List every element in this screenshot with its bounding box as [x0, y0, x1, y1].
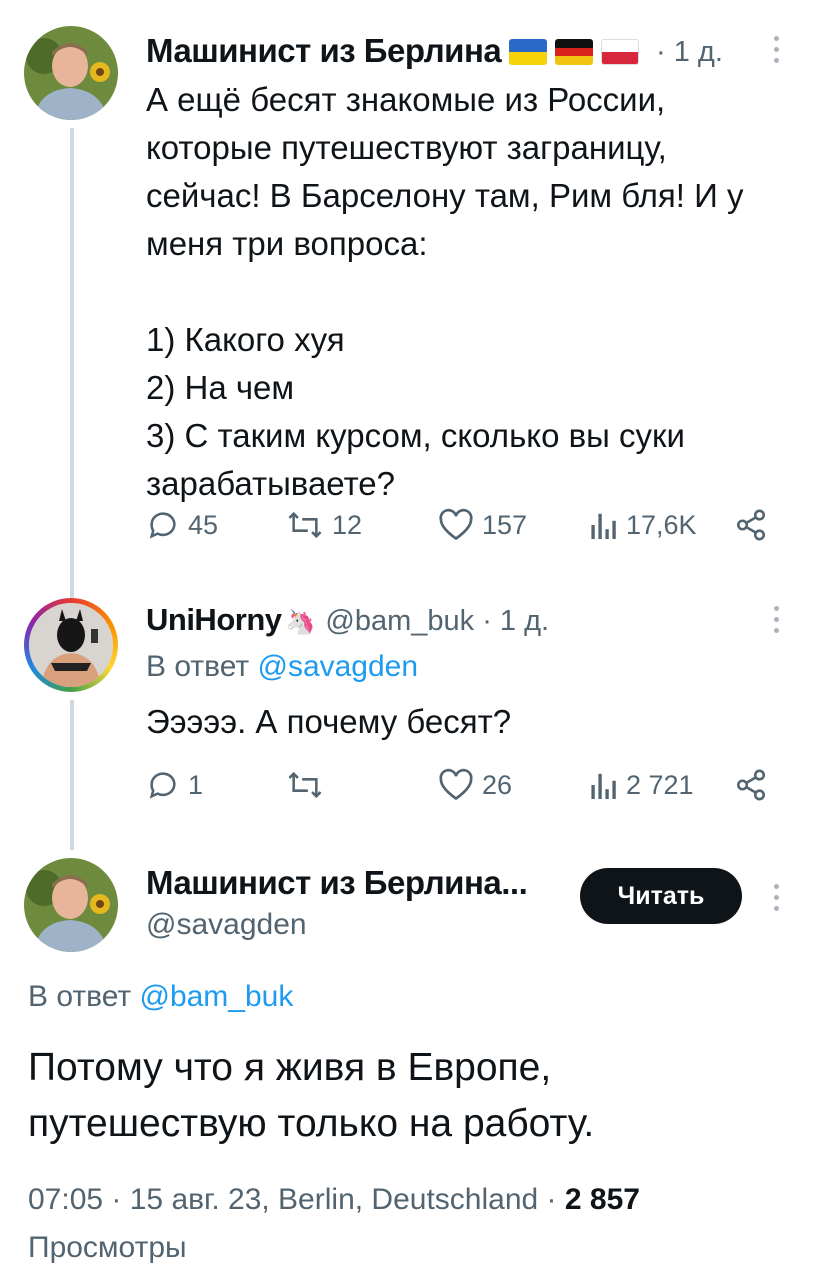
avatar[interactable] — [24, 26, 118, 120]
tweet-time[interactable]: · 1 д. — [656, 36, 723, 69]
views-chart-icon — [591, 773, 616, 799]
author-handle[interactable]: @bam_buk — [325, 605, 474, 637]
reply-count: 45 — [188, 509, 219, 540]
reply-to-link[interactable]: @bam_buk — [139, 980, 293, 1013]
ukraine-flag-icon — [509, 39, 548, 65]
tweet-text: А ещё бесят знакомые из России, которые … — [146, 81, 744, 502]
heart-icon — [439, 768, 473, 801]
more-options-icon[interactable] — [772, 36, 780, 69]
like-button[interactable]: 26 — [438, 768, 512, 802]
avatar[interactable] — [24, 858, 118, 952]
views-button[interactable]: 17,6K — [590, 508, 697, 542]
unicorn-icon: 🦄 — [285, 609, 316, 636]
reply-count: 1 — [188, 769, 204, 800]
reply-to-link[interactable]: @savagden — [257, 650, 418, 683]
follow-button[interactable]: Читать — [580, 868, 742, 924]
author-name[interactable]: UniHorny — [146, 602, 282, 637]
reply-context: В ответ @bam_buk — [28, 980, 293, 1014]
author-name[interactable]: Машинист из Берлина — [146, 32, 502, 69]
germany-flag-icon — [555, 39, 594, 65]
tweet-text: Эээээ. А почему бесят? — [146, 703, 512, 740]
tweet-time[interactable]: · 1 д. — [482, 605, 549, 637]
main-tweet-text: Потому что я живя в Европе, путешествую … — [28, 1046, 595, 1145]
tweet[interactable]: Машинист из Берлина · 1 д. А ещё бесят з… — [0, 0, 824, 580]
views-total: 2 857 — [564, 1183, 640, 1216]
reply-prefix: В ответ — [28, 980, 132, 1013]
tweet-timestamp[interactable]: 07:05 · 15 авг. 23, Berlin, Deutschland … — [28, 1183, 557, 1216]
share-button[interactable] — [734, 768, 768, 802]
views-label: Просмотры — [28, 1231, 187, 1264]
heart-icon — [439, 508, 473, 541]
share-icon — [736, 769, 766, 801]
views-button[interactable]: 2 721 — [590, 768, 694, 802]
more-options-icon[interactable] — [772, 884, 780, 917]
author-name[interactable]: Машинист из Берлина... — [146, 864, 528, 902]
views-count: 17,6K — [626, 509, 697, 540]
reply-prefix: В ответ — [146, 650, 250, 683]
retweet-icon — [288, 511, 322, 539]
like-count: 157 — [482, 509, 528, 540]
avatar[interactable] — [24, 598, 118, 692]
retweet-button[interactable]: 12 — [286, 508, 362, 542]
more-options-icon[interactable] — [772, 606, 780, 639]
reply-button[interactable]: 1 — [146, 768, 203, 802]
like-count: 26 — [482, 769, 513, 800]
like-button[interactable]: 157 — [438, 508, 527, 542]
poland-flag-icon — [601, 39, 640, 65]
share-icon — [736, 509, 766, 541]
retweet-count: 12 — [332, 509, 363, 540]
views-count: 2 721 — [626, 769, 694, 800]
retweet-button[interactable] — [286, 768, 332, 802]
reply-button[interactable]: 45 — [146, 508, 218, 542]
reply-icon — [149, 772, 176, 799]
share-button[interactable] — [734, 508, 768, 542]
reply-context: В ответ @savagden — [146, 650, 418, 684]
retweet-icon — [288, 771, 322, 799]
tweet[interactable]: UniHorny 🦄 @bam_buk · 1 д. В ответ @savagd… — [0, 580, 824, 830]
tweet-meta: 07:05 · 15 авг. 23, Berlin, Deutschland … — [28, 1176, 808, 1272]
author-handle[interactable]: @savagden — [146, 908, 307, 942]
views-chart-icon — [591, 513, 616, 539]
reply-icon — [149, 512, 176, 539]
